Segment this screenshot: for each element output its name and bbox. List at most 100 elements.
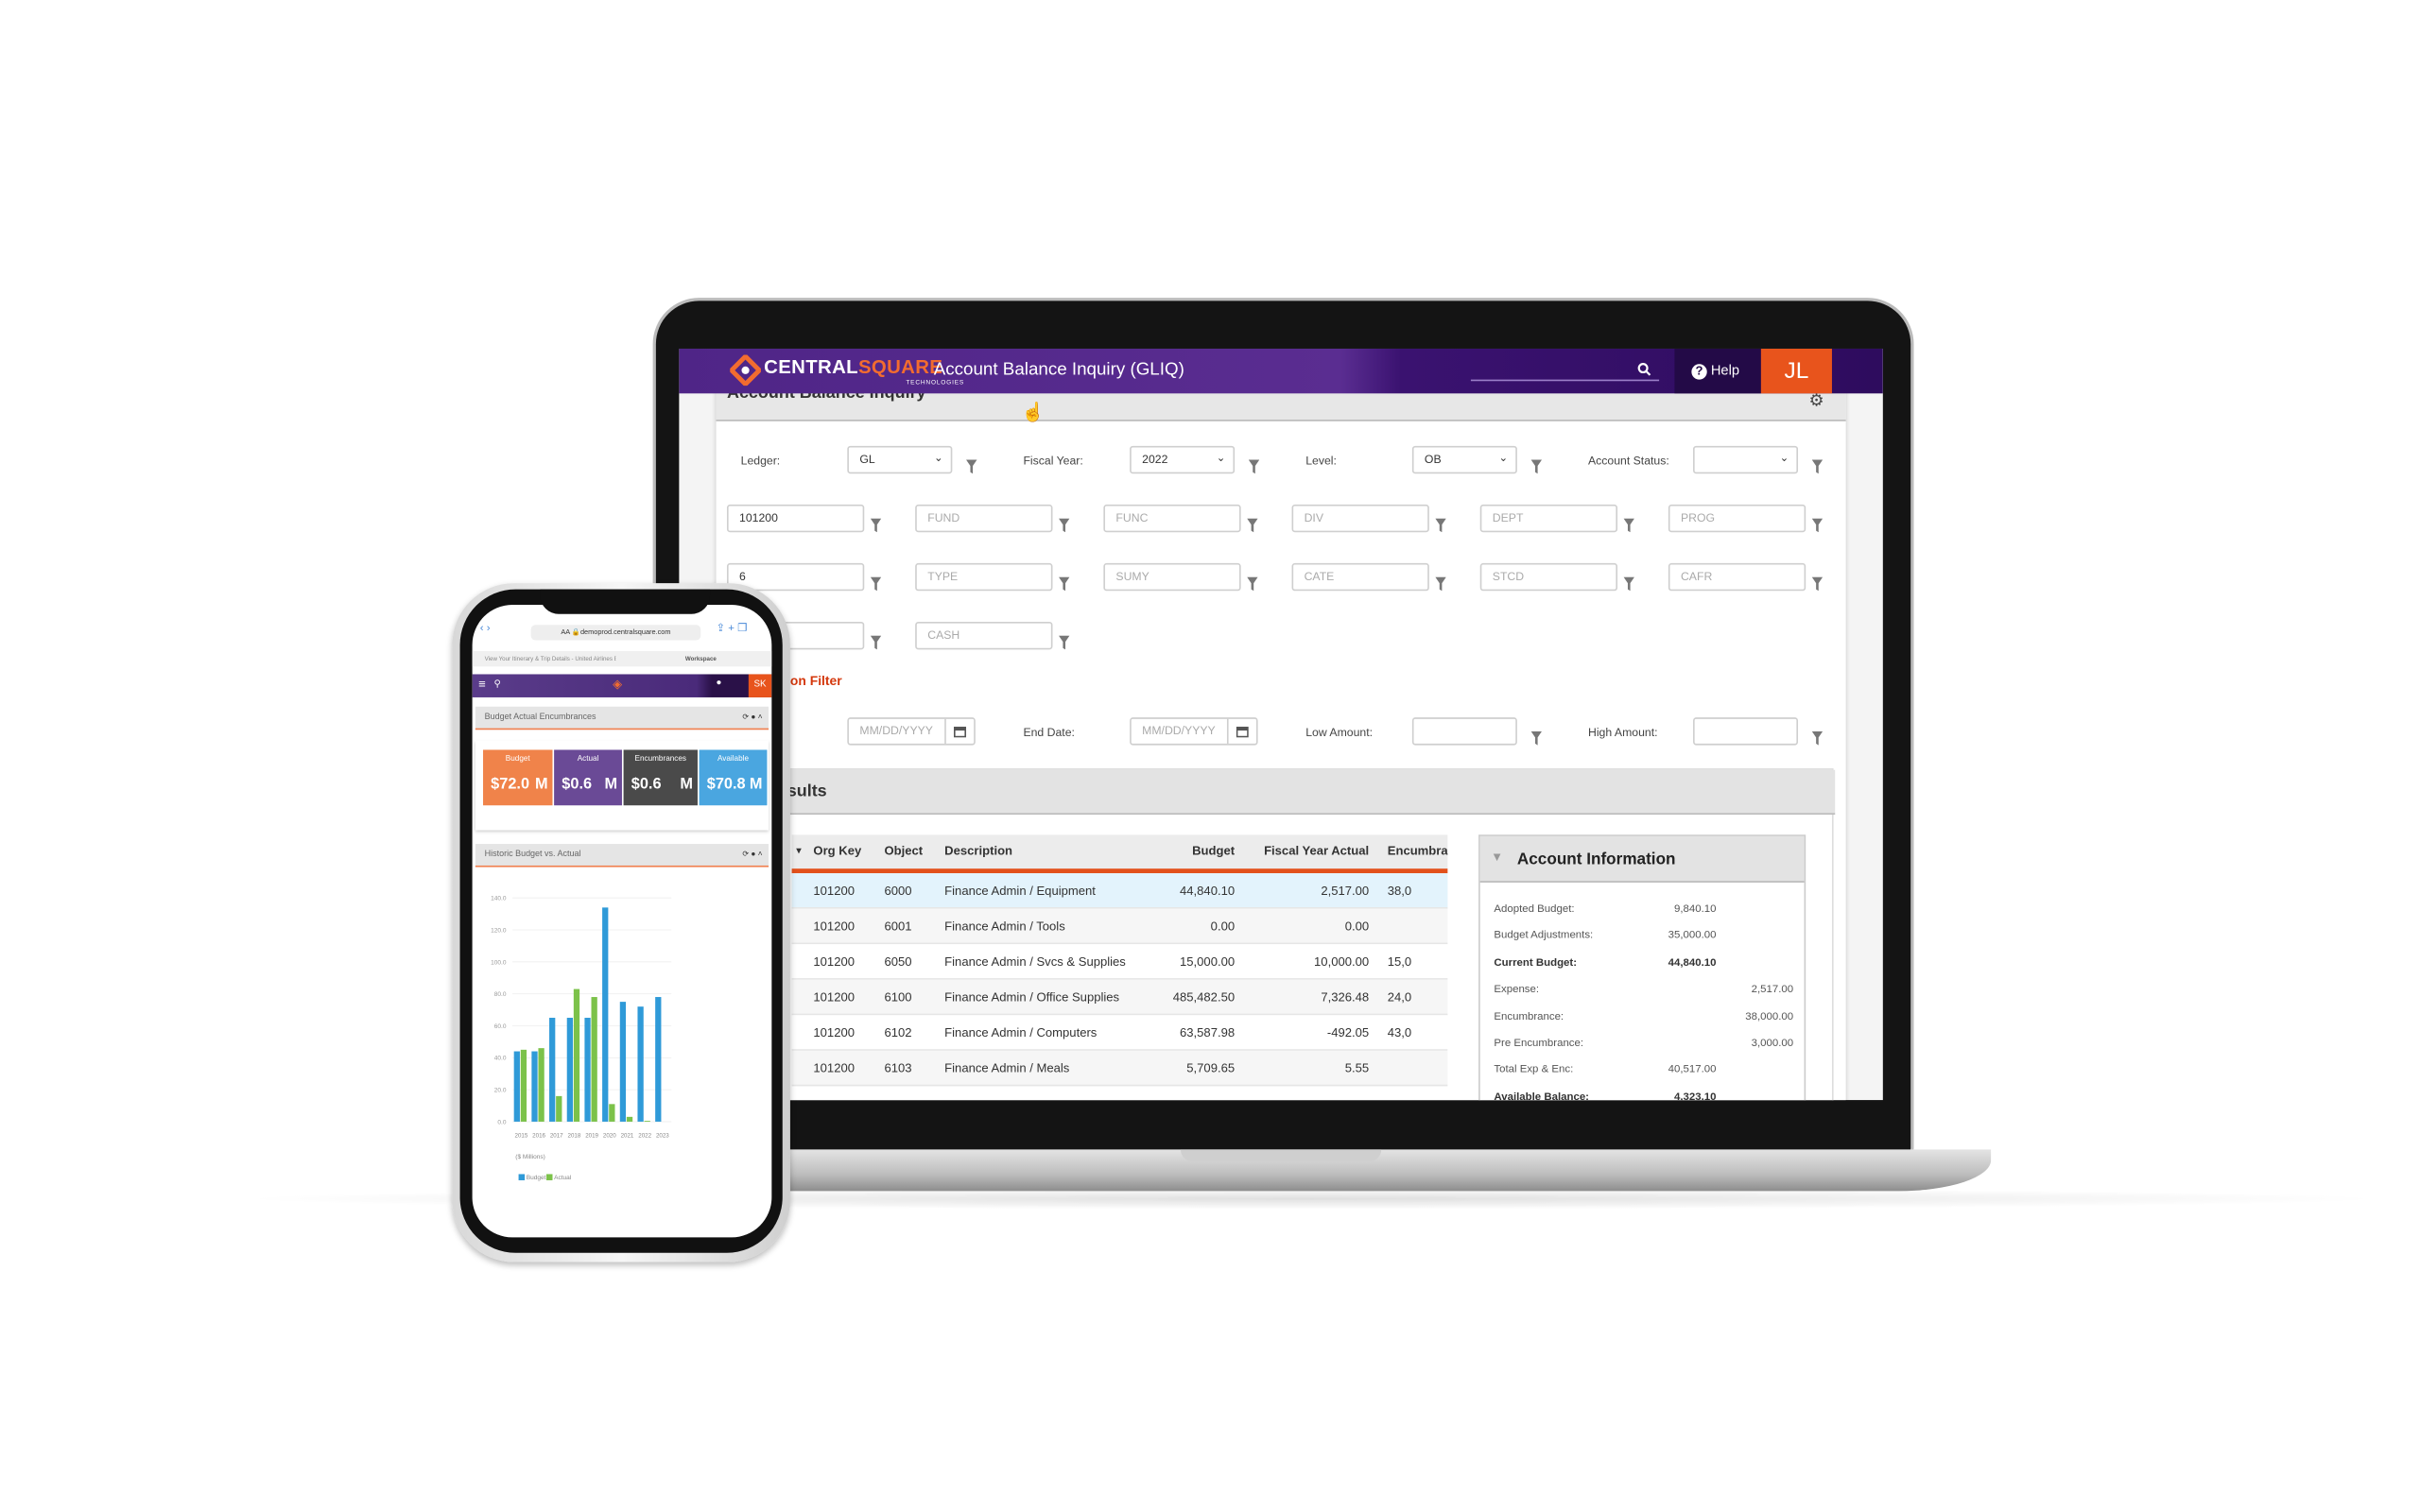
share-icon[interactable]: ⇪ + ❐ xyxy=(717,622,748,634)
filter-icon[interactable] xyxy=(1623,512,1634,540)
bar-actual-2018[interactable] xyxy=(573,988,580,1122)
account-status-select[interactable]: ⌄ xyxy=(1693,445,1799,474)
bar-actual-2016[interactable] xyxy=(538,1048,544,1122)
table-row[interactable]: 101200 6102 Finance Admin / Computers 63,58… xyxy=(791,1015,1448,1051)
bar-budget-2019[interactable] xyxy=(584,1018,591,1122)
bar-actual-2022[interactable] xyxy=(644,1121,650,1122)
tab-itinerary[interactable]: View Your Itinerary & Trip Details - Uni… xyxy=(485,651,616,666)
segment-input[interactable]: STCD xyxy=(1479,562,1618,592)
filter-icon[interactable] xyxy=(1435,571,1446,598)
help-button[interactable]: ? Help xyxy=(1674,348,1761,394)
segment-input[interactable]: TYPE xyxy=(915,562,1053,592)
account-status-label: Account Status: xyxy=(1587,453,1669,468)
cell-budget: 15,000.00 xyxy=(1180,954,1236,970)
segment-input[interactable]: DIV xyxy=(1291,504,1429,533)
table-row[interactable]: 101200 6103 Finance Admin / Meals 5,709.65 5… xyxy=(791,1050,1448,1087)
account-info-row: Pre Encumbrance: 3,000.00 xyxy=(1494,1031,1793,1057)
bar-budget-2021[interactable] xyxy=(619,1002,627,1122)
table-row[interactable]: 101200 6001 Finance Admin / Tools 0.00 0.00 xyxy=(791,908,1448,945)
search-icon[interactable] xyxy=(1637,363,1651,377)
column-header[interactable]: Description xyxy=(944,834,1012,868)
filter-icon[interactable] xyxy=(1811,571,1824,598)
search-input[interactable] xyxy=(1470,358,1660,382)
level-select[interactable]: OB ⌄ xyxy=(1411,445,1517,474)
widget-controls-icon[interactable]: ⟳ ● ˄ xyxy=(742,707,762,730)
legend-label: Actual xyxy=(554,1175,572,1181)
bar-budget-2020[interactable] xyxy=(602,907,609,1122)
column-header[interactable]: Budget xyxy=(1192,834,1235,868)
bar-budget-2023[interactable] xyxy=(655,997,662,1122)
bar-actual-2015[interactable] xyxy=(520,1049,527,1122)
segment-input[interactable]: CATE xyxy=(1291,562,1429,592)
sort-icon[interactable]: ▾ xyxy=(796,834,801,868)
segment-input[interactable]: FUNC xyxy=(1103,504,1241,533)
segment-input[interactable]: SUMY xyxy=(1103,562,1241,592)
cell-object: 6000 xyxy=(884,884,912,899)
user-avatar[interactable]: SK xyxy=(748,674,772,697)
filter-icon[interactable] xyxy=(1623,571,1634,598)
bar-budget-2017[interactable] xyxy=(549,1018,556,1122)
column-header[interactable]: Org Key xyxy=(813,834,861,868)
column-header[interactable]: Object xyxy=(885,834,924,868)
end-date-input[interactable]: MM/DD/YYYY xyxy=(1130,717,1258,746)
filter-icon[interactable] xyxy=(1530,454,1543,481)
search-icon[interactable]: ⚲ xyxy=(493,679,500,690)
calendar-icon[interactable] xyxy=(1226,718,1256,744)
widget-controls-icon[interactable]: ⟳ ● ˄ xyxy=(742,844,762,867)
cell-object: 6103 xyxy=(884,1061,912,1075)
legend-swatch xyxy=(518,1174,526,1180)
filter-icon[interactable] xyxy=(1530,725,1543,752)
fiscal-year-select[interactable]: 2022 ⌄ xyxy=(1130,445,1236,474)
filter-icon[interactable] xyxy=(870,571,882,598)
bar-actual-2017[interactable] xyxy=(556,1095,562,1122)
back-icon[interactable]: ‹ › xyxy=(480,624,491,634)
collapse-icon[interactable]: ▼ xyxy=(1491,850,1503,865)
segment-input[interactable]: PROG xyxy=(1668,504,1806,533)
bar-actual-2020[interactable] xyxy=(609,1104,615,1122)
bar-budget-2016[interactable] xyxy=(531,1051,538,1122)
filter-icon[interactable] xyxy=(1247,571,1258,598)
column-header[interactable]: Encumbrance xyxy=(1388,834,1448,868)
filter-icon[interactable] xyxy=(870,629,882,657)
help-icon[interactable]: ● xyxy=(717,679,722,688)
url-bar[interactable]: AA 🔒demoprod.centralsquare.com xyxy=(530,625,701,641)
table-row[interactable]: 101200 6000 Finance Admin / Equipment 44,84… xyxy=(791,873,1448,909)
cell-enc: 15,0 xyxy=(1387,954,1412,970)
filter-icon[interactable] xyxy=(1058,571,1070,598)
filter-icon[interactable] xyxy=(1247,512,1258,540)
segment-input[interactable]: 101200 xyxy=(726,504,865,533)
filter-icon[interactable] xyxy=(1058,629,1070,657)
bar-actual-2019[interactable] xyxy=(591,997,597,1122)
bar-budget-2022[interactable] xyxy=(637,1006,644,1122)
bar-budget-2018[interactable] xyxy=(566,1018,574,1122)
filter-icon[interactable] xyxy=(1058,512,1070,540)
table-row[interactable]: 101200 6050 Finance Admin / Svcs & Supplie… xyxy=(791,944,1448,980)
segment-input[interactable]: DEPT xyxy=(1479,504,1618,533)
user-avatar[interactable]: JL xyxy=(1760,348,1832,394)
calendar-icon[interactable] xyxy=(944,718,974,744)
low-amount-input[interactable] xyxy=(1411,717,1517,746)
filter-icon[interactable] xyxy=(1811,725,1824,752)
tab-workspace[interactable]: Workspace xyxy=(685,651,717,666)
filter-icon[interactable] xyxy=(966,454,977,481)
table-row[interactable]: 101200 6100 Finance Admin / Office Supplie… xyxy=(791,979,1448,1016)
column-header[interactable]: Fiscal Year Actual xyxy=(1264,834,1369,868)
menu-icon[interactable]: ≡ xyxy=(478,678,486,692)
segment-input[interactable]: FUND xyxy=(915,504,1053,533)
bar-budget-2015[interactable] xyxy=(513,1051,520,1122)
account-info-value: 9,840.10 xyxy=(1674,903,1717,916)
ledger-select[interactable]: GL ⌄ xyxy=(847,445,953,474)
filter-icon[interactable] xyxy=(1435,512,1446,540)
filter-icon[interactable] xyxy=(1811,512,1824,540)
start-date-input[interactable]: MM/DD/YYYY xyxy=(847,717,976,746)
filter-icon[interactable] xyxy=(870,512,882,540)
filter-icon[interactable] xyxy=(1248,454,1260,481)
bar-actual-2021[interactable] xyxy=(626,1116,633,1122)
segment-input[interactable]: CAFR xyxy=(1668,562,1806,592)
filter-icon[interactable] xyxy=(1811,454,1824,481)
account-info-row: Available Balance: 4,323.10 xyxy=(1494,1084,1793,1100)
segment-input[interactable]: CASH xyxy=(915,621,1053,650)
high-amount-input[interactable] xyxy=(1693,717,1799,746)
high-amount-label: High Amount: xyxy=(1587,725,1658,740)
app-header: CENTRALSQUARE TECHNOLOGIES Account Balan… xyxy=(679,348,1883,394)
